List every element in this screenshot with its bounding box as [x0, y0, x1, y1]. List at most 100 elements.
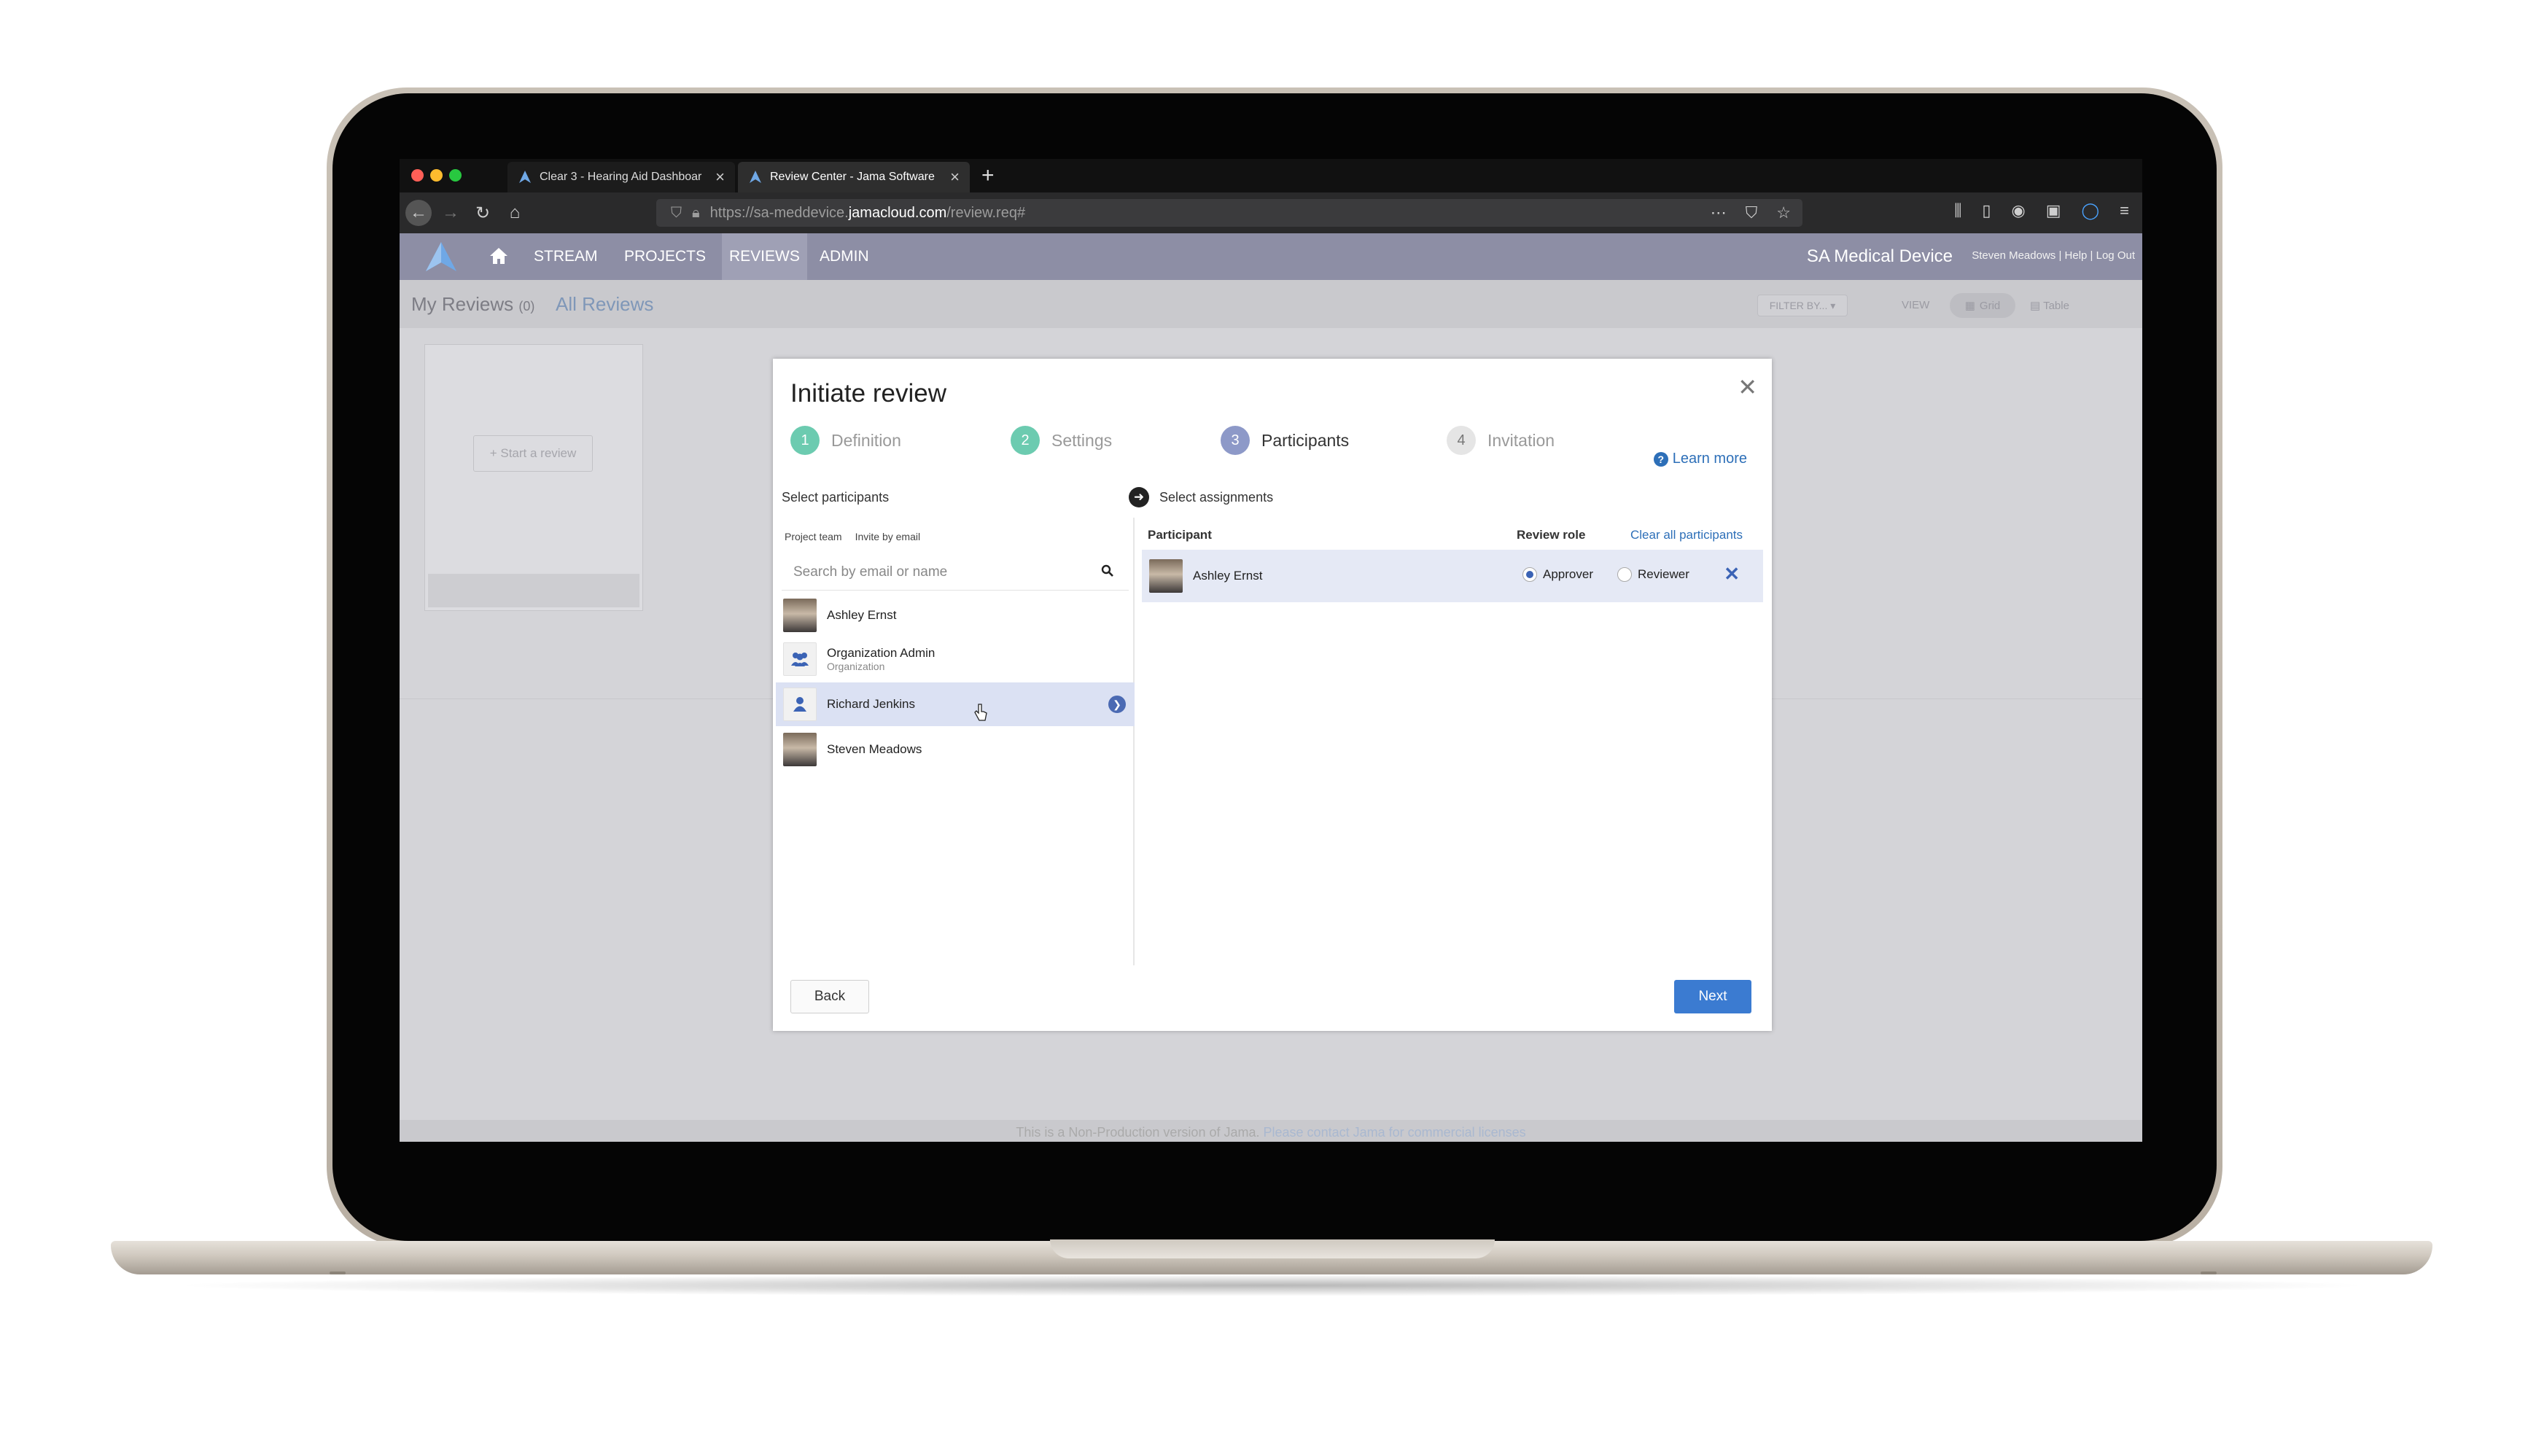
laptop-foot — [330, 1272, 346, 1274]
remove-participant-icon[interactable]: ✕ — [1724, 563, 1740, 585]
arrow-right-icon: ➜ — [1129, 487, 1149, 507]
window-zoom-button[interactable] — [449, 169, 462, 182]
home-icon[interactable]: ⌂ — [502, 200, 528, 226]
jama-logo-icon[interactable] — [424, 241, 458, 273]
avatar — [1149, 559, 1183, 593]
tab-close-icon[interactable]: × — [715, 168, 725, 187]
grid-view-toggle[interactable]: ▦ Grid — [1950, 293, 2015, 318]
logout-link[interactable]: Log Out — [2096, 249, 2135, 262]
more-actions-icon[interactable]: ⋯ — [1711, 203, 1727, 222]
back-button[interactable]: Back — [790, 980, 869, 1013]
close-icon[interactable]: ✕ — [1738, 373, 1757, 401]
jama-favicon-icon — [519, 171, 531, 183]
nav-admin[interactable]: ADMIN — [812, 233, 876, 280]
hand-cursor-icon — [974, 704, 987, 721]
laptop-notch — [1050, 1239, 1495, 1258]
step-settings[interactable]: 2 Settings — [1011, 426, 1112, 455]
reviews-header: My Reviews (0) All Reviews FILTER BY... … — [400, 280, 2142, 328]
window-close-button[interactable] — [411, 169, 424, 182]
participant-item-selected[interactable]: Richard Jenkins ❯ — [776, 682, 1135, 726]
question-icon: ? — [1653, 451, 1668, 467]
participant-item[interactable]: Steven Meadows — [776, 728, 1135, 771]
participant-name: Organization Admin Organization — [827, 646, 936, 672]
participant-name: Richard Jenkins — [827, 697, 915, 711]
participant-name: Ashley Ernst — [827, 608, 897, 622]
sidebar-icon[interactable]: ▯ — [1982, 201, 1991, 220]
participant-item[interactable]: Organization Admin Organization — [776, 637, 1135, 681]
non-production-footer: This is a Non-Production version of Jama… — [400, 1120, 2142, 1142]
participant-column-header: Participant — [1148, 528, 1212, 542]
all-reviews-tab[interactable]: All Reviews — [556, 293, 653, 316]
participant-sub: Organization — [827, 661, 885, 672]
url-bar[interactable]: ⛉ 🔒︎ https://sa-meddevice.jamacloud.com/… — [656, 199, 1802, 227]
learn-more-link[interactable]: ? Learn more — [1653, 451, 1747, 467]
approver-radio[interactable]: Approver — [1522, 567, 1593, 582]
home-nav-icon[interactable] — [489, 246, 509, 265]
lock-icon: 🔒︎ — [692, 204, 700, 221]
laptop-foot — [2201, 1272, 2217, 1274]
nav-reviews[interactable]: REVIEWS — [722, 233, 807, 280]
avatar — [783, 733, 817, 766]
new-tab-icon[interactable]: + — [981, 163, 995, 188]
reload-icon[interactable]: ↻ — [470, 200, 496, 226]
participant-item[interactable]: Ashley Ernst — [776, 593, 1135, 637]
step-participants[interactable]: 3 Participants — [1221, 426, 1349, 455]
assignment-name: Ashley Ernst — [1193, 569, 1263, 583]
browser-tab-review-center[interactable]: Review Center - Jama Software × — [738, 162, 970, 192]
tab-project-team[interactable]: Project team — [785, 531, 842, 542]
library-icon[interactable]: ⫼ — [1954, 201, 1961, 220]
hamburger-menu-icon[interactable]: ≡ — [2120, 201, 2129, 220]
jama-favicon-icon — [750, 171, 761, 183]
add-participant-arrow-icon[interactable]: ❯ — [1108, 696, 1126, 713]
window-minimize-button[interactable] — [430, 169, 443, 182]
start-review-button[interactable]: + Start a review — [473, 435, 593, 472]
next-button[interactable]: Next — [1674, 980, 1751, 1013]
nav-stream[interactable]: STREAM — [526, 233, 605, 280]
table-view-toggle[interactable]: ▤ Table — [2030, 299, 2069, 312]
my-reviews-tab[interactable]: My Reviews (0) — [411, 293, 534, 316]
step-invitation[interactable]: 4 Invitation — [1447, 426, 1555, 455]
tab-invite-by-email[interactable]: Invite by email — [855, 531, 920, 542]
project-brand: SA Medical Device — [1806, 246, 1953, 266]
participant-name: Steven Meadows — [827, 742, 922, 756]
browser-tab-title: Review Center - Jama Software — [770, 171, 935, 183]
app-navbar: STREAM PROJECTS REVIEWS ADMIN SA Medical… — [400, 233, 2142, 280]
modal-title: Initiate review — [790, 379, 946, 408]
initiate-review-modal: Initiate review ✕ 1 Definition 2 Setting… — [773, 359, 1772, 1031]
extension-circle-icon[interactable]: ◯ — [2082, 201, 2100, 220]
user-name-link[interactable]: Steven Meadows — [1972, 249, 2055, 262]
extension-icon[interactable]: ▣ — [2046, 201, 2061, 220]
reviewer-radio[interactable]: Reviewer — [1617, 567, 1689, 582]
back-arrow-icon[interactable]: ← — [405, 200, 432, 226]
step-definition[interactable]: 1 Definition — [790, 426, 901, 455]
bookmark-star-icon[interactable]: ☆ — [1776, 203, 1791, 222]
assignment-row: Ashley Ernst Approver Reviewer ✕ — [1142, 550, 1763, 602]
search-icon[interactable] — [1101, 564, 1114, 577]
radio-unchecked-icon — [1617, 567, 1632, 582]
help-link[interactable]: Help — [2065, 249, 2088, 262]
user-links: Steven Meadows | Help | Log Out — [1972, 249, 2135, 262]
account-icon[interactable]: ◉ — [2012, 201, 2026, 220]
view-label: VIEW — [1902, 299, 1930, 311]
card-footer-bar — [428, 574, 639, 607]
grid-icon: ▦ — [1964, 300, 1975, 312]
laptop-shadow — [168, 1274, 2377, 1296]
search-input[interactable]: Search by email or name — [782, 554, 1129, 591]
tab-close-icon[interactable]: × — [950, 168, 960, 187]
screen: Clear 3 - Hearing Aid Dashboar × Review … — [400, 159, 2142, 1142]
select-participants-label: Select participants — [782, 490, 890, 505]
forward-arrow-icon[interactable]: → — [437, 200, 464, 226]
nav-projects[interactable]: PROJECTS — [617, 233, 713, 280]
browser-tab-bar: Clear 3 - Hearing Aid Dashboar × Review … — [400, 159, 2142, 192]
clear-all-participants-link[interactable]: Clear all participants — [1630, 528, 1743, 542]
assignments-panel: Participant Review role Clear all partic… — [1137, 518, 1769, 965]
table-icon: ▤ — [2030, 300, 2041, 312]
browser-tab-dashboard[interactable]: Clear 3 - Hearing Aid Dashboar × — [507, 162, 735, 192]
radio-checked-icon — [1522, 567, 1537, 582]
user-icon — [783, 688, 817, 721]
review-role-column-header: Review role — [1517, 528, 1586, 542]
pocket-icon[interactable]: ⛉ — [1746, 203, 1758, 222]
contact-link[interactable]: Please contact Jama for commercial licen… — [1264, 1125, 1526, 1140]
filter-dropdown[interactable]: FILTER BY... ▾ — [1757, 295, 1848, 316]
browser-tab-title: Clear 3 - Hearing Aid Dashboar — [540, 171, 702, 183]
